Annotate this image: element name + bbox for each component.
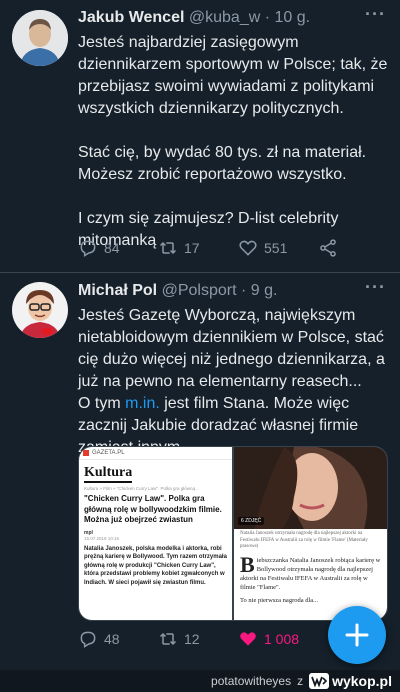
share-icon — [320, 239, 336, 257]
retweet-button[interactable]: 17 — [158, 238, 200, 258]
wykop-logo[interactable]: wykop.pl — [309, 673, 392, 689]
site-bar: GAZETA.PL — [79, 447, 232, 460]
article-headline: "Chicken Curry Law". Polka gra główną ro… — [84, 494, 222, 524]
article-body: Biebszczanka Natalia Janoszek robiąca ka… — [240, 551, 381, 592]
display-name[interactable]: Michał Pol — [78, 282, 157, 299]
reply-count: 84 — [104, 240, 120, 256]
article-lead: Natalia Janoszek, polska modelka i aktor… — [84, 545, 227, 586]
tweet-jakub-wencel[interactable]: Jakub Wencel @kuba_w · 10 g. ··· Jesteś … — [0, 0, 400, 276]
reply-icon — [80, 631, 96, 648]
retweet-icon — [159, 632, 177, 646]
avatar[interactable] — [12, 10, 68, 66]
tweet-header: Jakub Wencel @kuba_w · 10 g. — [78, 9, 310, 27]
like-button[interactable]: 551 — [238, 238, 287, 258]
photo-caption: Natalia Janoszek otrzymała nagrodę dla n… — [240, 531, 368, 549]
heart-filled-icon — [240, 632, 256, 646]
media-image-right[interactable]: 6 ZDJĘĆ Natalia Janoszek otrzymała nagro… — [234, 447, 387, 620]
like-button-liked[interactable]: 1 008 — [238, 629, 299, 649]
like-count: 1 008 — [264, 631, 300, 647]
media-attachment[interactable]: GAZETA.PL Kultura Kultura » Film » "Chic… — [78, 446, 388, 621]
reply-button[interactable]: 48 — [78, 629, 120, 649]
breadcrumb: Kultura » Film » "Chicken Curry Law". Po… — [84, 486, 199, 491]
compose-tweet-button[interactable] — [328, 606, 386, 664]
display-name[interactable]: Jakub Wencel — [78, 9, 184, 26]
retweet-button[interactable]: 12 — [158, 629, 200, 649]
footer-separator: z — [297, 674, 304, 688]
tweet-text: Jesteś Gazetę Wyborczą, największym niet… — [78, 305, 392, 459]
plus-icon — [345, 623, 369, 647]
article-date: 15.07.2019 10:15 — [84, 535, 120, 541]
article-text: iebszczanka Natalia Janoszek robiąca kar… — [240, 556, 381, 591]
more-options-icon[interactable]: ··· — [365, 277, 386, 298]
tweet-actions: 84 17 551 — [78, 238, 378, 262]
reply-count: 48 — [104, 631, 120, 647]
source-footer: potatowitheyes z wykop.pl — [0, 670, 400, 692]
avatar-cartoon-icon — [12, 282, 68, 338]
article-more: To nie pierwsza nagroda dla... — [240, 596, 319, 604]
tweet-text: Jesteś najbardziej zasięgowym dziennikar… — [78, 34, 388, 249]
retweet-count: 12 — [184, 631, 200, 647]
inline-link[interactable]: m.in. — [125, 395, 160, 412]
media-image-left[interactable]: GAZETA.PL Kultura Kultura » Film » "Chic… — [79, 447, 232, 620]
avatar[interactable] — [12, 282, 68, 338]
photo-count-badge[interactable]: 6 ZDJĘĆ — [238, 517, 265, 525]
heart-icon — [239, 240, 257, 256]
reply-icon — [80, 240, 96, 257]
handle-time: @kuba_w · 10 g. — [188, 9, 311, 26]
retweet-icon — [159, 241, 177, 255]
avatar-photo-icon — [12, 10, 68, 66]
footer-username[interactable]: potatowitheyes — [211, 674, 291, 688]
site-logo-icon — [83, 450, 89, 456]
more-options-icon[interactable]: ··· — [365, 4, 386, 25]
site-name: GAZETA.PL — [92, 450, 125, 456]
section-title: Kultura — [84, 465, 133, 483]
wykop-logo-icon — [309, 673, 330, 689]
share-button[interactable] — [318, 238, 338, 258]
tweet-header: Michał Pol @Polsport · 9 g. — [78, 282, 277, 300]
photo: 6 ZDJĘĆ — [234, 447, 387, 529]
reply-button[interactable]: 84 — [78, 238, 120, 258]
dropcap: B — [240, 551, 255, 577]
like-count: 551 — [264, 240, 288, 256]
handle-time: @Polsport · 9 g. — [161, 282, 278, 299]
retweet-count: 17 — [184, 240, 200, 256]
brand-name: wykop.pl — [332, 673, 392, 689]
